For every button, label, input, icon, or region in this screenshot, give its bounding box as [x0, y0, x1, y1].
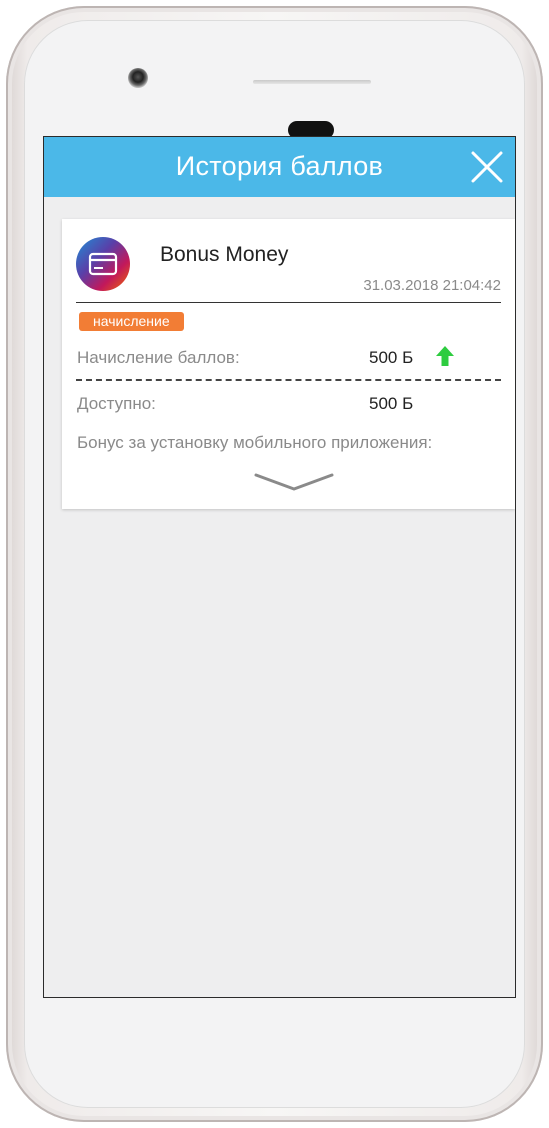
- close-icon: [471, 151, 503, 183]
- available-value: 500 Б: [369, 394, 414, 413]
- dashed-divider: [76, 379, 501, 381]
- accrual-value: 500 Б: [369, 348, 414, 367]
- close-button[interactable]: [469, 149, 505, 185]
- header-bar: История баллов: [44, 137, 515, 197]
- transaction-datetime: 31.03.2018 21:04:42: [363, 277, 501, 294]
- accrual-label: Начисление баллов:: [77, 348, 240, 367]
- available-label: Доступно:: [77, 394, 156, 413]
- status-badge: начисление: [79, 312, 184, 331]
- transaction-title: Bonus Money: [160, 243, 289, 266]
- credit-card-icon: [88, 252, 118, 276]
- app-screen: История баллов Bonus Money 31.03.2018 21…: [43, 136, 516, 998]
- earpiece-speaker: [253, 80, 371, 84]
- bonus-avatar: [76, 237, 130, 291]
- chevron-down-icon[interactable]: [252, 469, 336, 493]
- arrow-up-icon: [436, 346, 454, 366]
- front-camera: [128, 68, 148, 88]
- transaction-description: Бонус за установку мобильного приложения…: [77, 433, 433, 452]
- card-divider: [76, 302, 501, 303]
- transaction-card[interactable]: Bonus Money 31.03.2018 21:04:42 начислен…: [62, 219, 515, 509]
- page-title: История баллов: [175, 151, 384, 181]
